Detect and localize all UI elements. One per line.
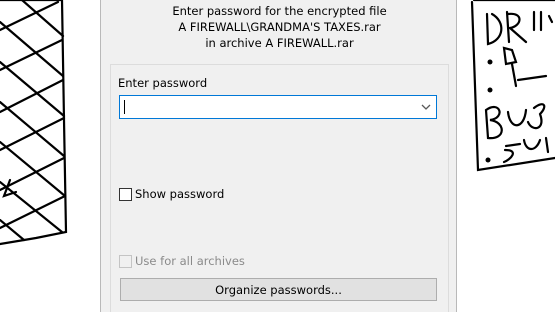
password-label: Enter password — [118, 76, 208, 90]
password-combobox[interactable] — [119, 95, 437, 119]
use-for-all-archives-checkbox — [119, 254, 132, 268]
organize-passwords-button[interactable]: Organize passwords... — [120, 278, 437, 301]
prompt-file-name: A FIREWALL\GRANDMA'S TAXES.rar — [178, 20, 381, 34]
use-for-all-archives-label: Use for all archives — [135, 254, 245, 268]
prompt-archive-name: in archive A FIREWALL.rar — [205, 36, 354, 50]
password-prompt: Enter password for the encrypted file A … — [101, 3, 458, 51]
text-caret — [124, 100, 125, 114]
prompt-line-1: Enter password for the encrypted file — [172, 4, 387, 18]
use-for-all-archives-row: Use for all archives — [119, 254, 245, 268]
show-password-checkbox[interactable] — [119, 187, 132, 201]
show-password-label[interactable]: Show password — [135, 187, 224, 201]
show-password-row[interactable]: Show password — [119, 187, 224, 201]
chevron-down-icon[interactable] — [418, 99, 434, 115]
password-input[interactable] — [122, 97, 416, 117]
